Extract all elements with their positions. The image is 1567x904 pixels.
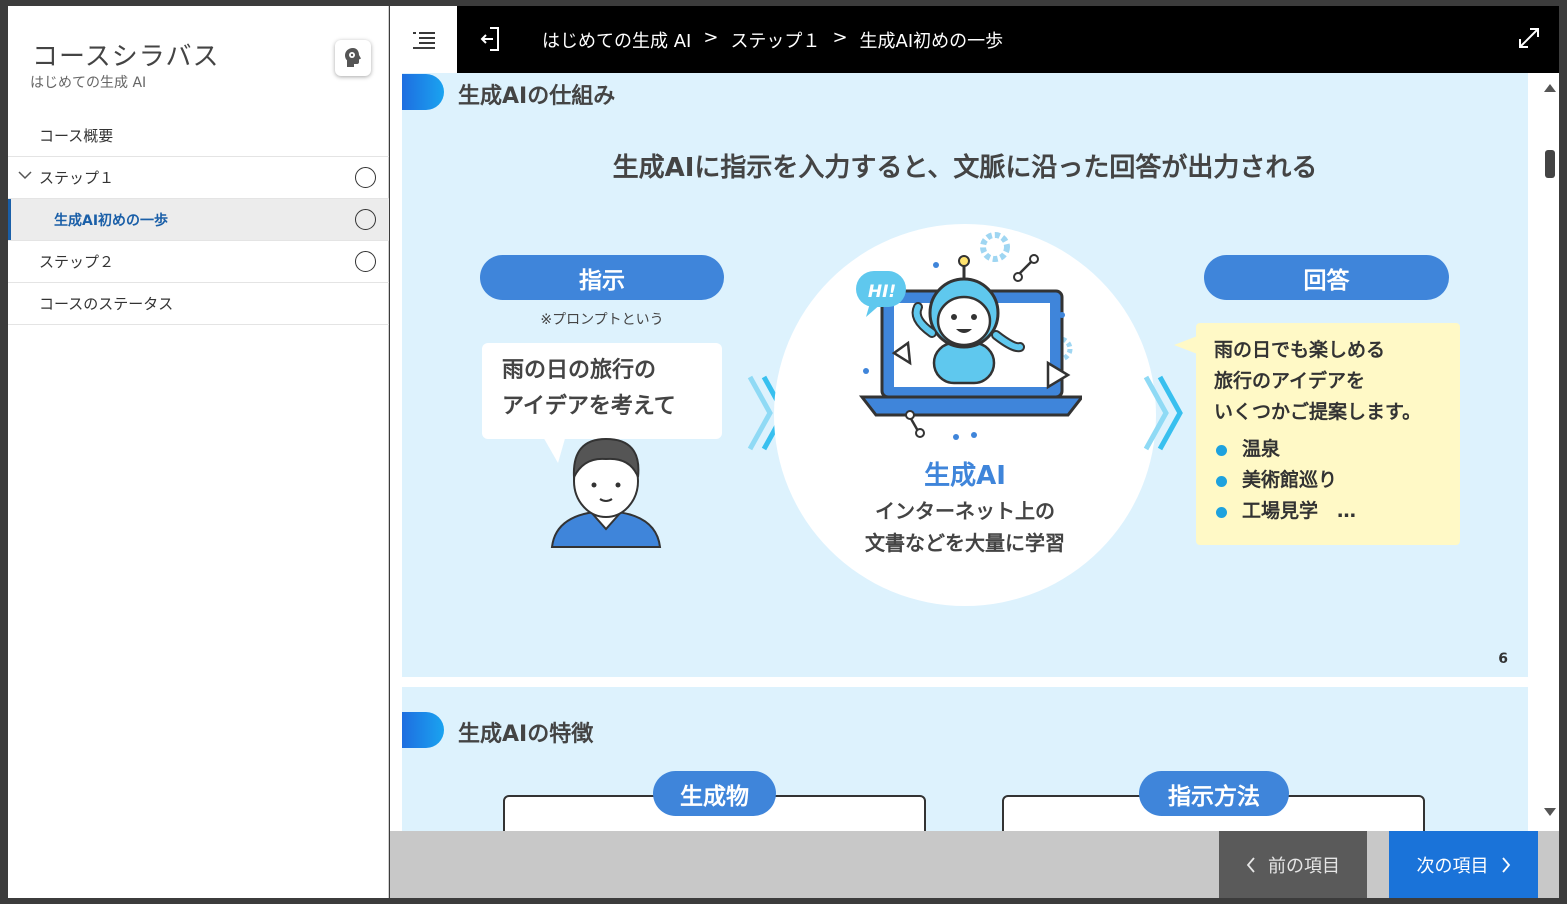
sidebar-nav: コース概要 ステップ１ 生成AI初めの一歩 ステップ２ コースのステータス xyxy=(8,115,389,325)
expand-icon xyxy=(1519,28,1539,48)
prompt-bubble: 雨の日の旅行の アイデアを考えて xyxy=(482,343,722,439)
sidebar-item-step2[interactable]: ステップ２ xyxy=(8,241,389,283)
next-item-button[interactable]: 次の項目 xyxy=(1389,831,1538,898)
slide-heading-marker xyxy=(402,74,444,110)
user-avatar-illustration xyxy=(550,437,662,548)
hi-speech-bubble: HI! xyxy=(867,282,897,302)
scroll-up-icon[interactable] xyxy=(1543,83,1557,93)
fullscreen-button[interactable] xyxy=(1517,26,1541,50)
sidebar-course-name: はじめての生成 AI xyxy=(30,75,147,91)
list-item: 工場見学 … xyxy=(1214,496,1442,527)
chevron-down-icon[interactable] xyxy=(18,169,32,184)
next-item-label: 次の項目 xyxy=(1416,855,1489,877)
chevron-right-icon: > xyxy=(832,27,848,48)
menu-toggle-button[interactable] xyxy=(390,6,457,73)
sidebar-item-label: 生成AI初めの一歩 xyxy=(54,212,169,229)
slide-heading: 生成AIの特徴 xyxy=(458,722,594,747)
answer-line: いくつかご提案します。 xyxy=(1214,401,1422,423)
chevron-left-icon xyxy=(1246,856,1255,873)
arrow-right-icon xyxy=(1143,375,1183,451)
slide-headline: 生成AIに指示を入力すると、文脈に沿った回答が出力される xyxy=(612,153,1318,183)
answer-list: 温泉 美術館巡り 工場見学 … xyxy=(1214,434,1442,527)
ai-head-icon[interactable] xyxy=(335,40,371,76)
feature-instruction-label: 指示方法 xyxy=(1139,771,1289,816)
ai-description: インターネット上の 文書などを大量に学習 xyxy=(774,495,1156,559)
slide-heading: 生成AIの仕組み xyxy=(458,84,616,109)
ai-description-line: インターネット上の xyxy=(875,499,1055,523)
prompt-line: アイデアを考えて xyxy=(502,394,676,419)
app-window: コースシラバス はじめての生成 AI コース概要 ステップ１ 生成AI初めの一歩… xyxy=(0,0,1567,904)
prompt-line: 雨の日の旅行の xyxy=(502,358,657,383)
slide-generative-ai-features: 生成AIの特徴 生成物 指示方法 xyxy=(402,687,1528,831)
answer-label: 回答 xyxy=(1204,255,1449,300)
answer-line: 旅行のアイデアを xyxy=(1214,370,1366,392)
sidebar-item-label: コース概要 xyxy=(39,127,114,145)
bottom-navigation-bar: 前の項目 次の項目 xyxy=(390,831,1559,898)
status-circle-icon xyxy=(355,251,376,272)
top-bar: はじめての生成 AI > ステップ１ > 生成AI初めの一歩 xyxy=(390,6,1559,73)
sidebar-item-course-overview[interactable]: コース概要 xyxy=(8,115,389,157)
sidebar-item-step1[interactable]: ステップ１ xyxy=(8,157,389,199)
list-menu-icon xyxy=(412,31,435,49)
content-scrollbar[interactable] xyxy=(1540,73,1559,831)
list-item: 温泉 xyxy=(1214,434,1442,465)
lesson-content[interactable]: 生成AIの仕組み 生成AIに指示を入力すると、文脈に沿った回答が出力される 指示… xyxy=(390,73,1559,831)
ai-robot-laptop-illustration xyxy=(856,232,1082,440)
sidebar-title: コースシラバス xyxy=(32,42,220,72)
ai-name: 生成AI xyxy=(924,461,1006,491)
scrollbar-thumb[interactable] xyxy=(1545,150,1555,178)
breadcrumb-step[interactable]: ステップ１ xyxy=(730,27,820,53)
status-circle-icon xyxy=(355,209,376,230)
previous-item-button[interactable]: 前の項目 xyxy=(1219,831,1367,898)
course-syllabus-sidebar: コースシラバス はじめての生成 AI コース概要 ステップ１ 生成AI初めの一歩… xyxy=(8,6,389,898)
previous-item-label: 前の項目 xyxy=(1268,855,1340,877)
answer-line: 雨の日でも楽しめる xyxy=(1214,339,1386,361)
slide-heading-marker xyxy=(402,712,444,748)
slide-page-number: 6 xyxy=(1498,651,1508,667)
breadcrumb-course[interactable]: はじめての生成 AI xyxy=(542,27,691,53)
sidebar-item-label: ステップ２ xyxy=(39,253,115,271)
status-circle-icon xyxy=(355,167,376,188)
scroll-down-icon[interactable] xyxy=(1543,807,1557,817)
instruction-note: ※プロンプトという xyxy=(540,312,664,328)
feature-output-label: 生成物 xyxy=(653,771,776,816)
list-item: 美術館巡り xyxy=(1214,465,1442,496)
exit-course-button[interactable] xyxy=(476,24,506,54)
ai-description-line: 文書などを大量に学習 xyxy=(865,531,1065,555)
sidebar-item-label: ステップ１ xyxy=(39,169,115,187)
sidebar-item-course-status[interactable]: コースのステータス xyxy=(8,283,389,325)
sidebar-item-generative-ai-first-step[interactable]: 生成AI初めの一歩 xyxy=(8,199,389,241)
breadcrumb-lesson: 生成AI初めの一歩 xyxy=(859,31,1004,52)
chevron-right-icon: > xyxy=(703,27,719,48)
instruction-label: 指示 xyxy=(480,255,724,300)
sidebar-item-label: コースのステータス xyxy=(39,295,174,313)
slide-how-generative-ai-works: 生成AIの仕組み 生成AIに指示を入力すると、文脈に沿った回答が出力される 指示… xyxy=(402,73,1528,677)
exit-icon xyxy=(480,27,499,51)
breadcrumb: はじめての生成 AI > ステップ１ > 生成AI初めの一歩 xyxy=(542,27,1003,53)
answer-bubble: 雨の日でも楽しめる 旅行のアイデアを いくつかご提案します。 温泉 美術館巡り … xyxy=(1196,323,1460,545)
chevron-right-icon xyxy=(1501,856,1510,873)
